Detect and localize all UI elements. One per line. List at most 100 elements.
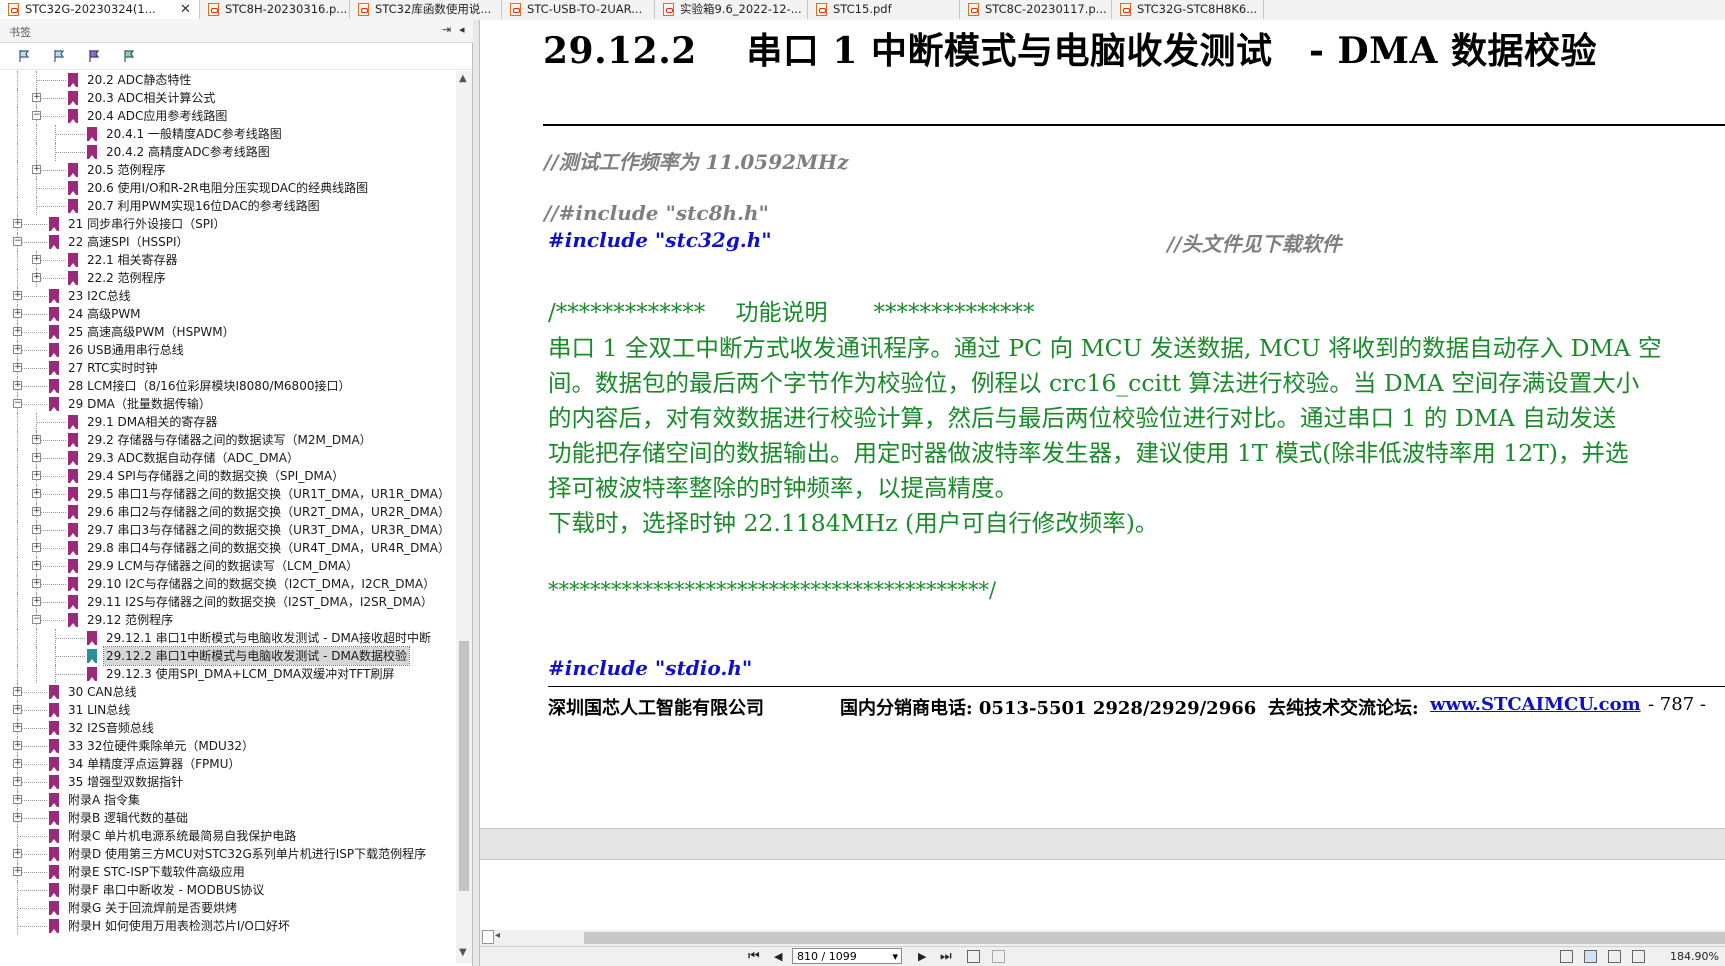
tree-guide (36, 665, 37, 683)
expand-icon[interactable]: + (13, 705, 22, 714)
expand-icon[interactable]: + (13, 687, 22, 696)
bookmark-icon (49, 361, 59, 375)
tree-guide (17, 593, 18, 611)
bookmark-label: 29.7 串口3与存储器之间的数据交换（UR3T_DMA，UR3R_DMA） (87, 523, 450, 537)
bookmark-icon (68, 613, 78, 627)
expand-icon[interactable]: + (13, 741, 22, 750)
expand-icon[interactable]: + (32, 543, 41, 552)
last-page-icon[interactable]: ⏭ (940, 949, 952, 964)
collapse-icon[interactable]: − (32, 111, 41, 120)
expand-icon[interactable]: + (13, 291, 22, 300)
tab-2[interactable]: STC32库函数使用说... (350, 0, 502, 19)
single-page-view-icon[interactable] (1560, 950, 1573, 963)
expand-icon[interactable]: + (13, 795, 22, 804)
find-bookmark-icon[interactable] (122, 48, 136, 62)
expand-icon[interactable]: + (32, 165, 41, 174)
scroll-down-icon[interactable]: ▼ (459, 947, 467, 958)
tab-7[interactable]: STC32G-STC8H8K6... (1112, 0, 1264, 19)
expand-icon[interactable]: + (13, 867, 22, 876)
bookmark-icon (68, 199, 78, 213)
close-tab-icon[interactable]: ✕ (180, 0, 191, 19)
document-hscrollbar[interactable]: ◂ (480, 930, 1725, 946)
tab-5[interactable]: STC15.pdf (808, 0, 960, 19)
bookmark-toolbar (0, 43, 473, 70)
bookmark-label: 20.4.2 高精度ADC参考线路图 (106, 145, 270, 159)
stars-end: ****************************************… (548, 578, 997, 602)
tab-4[interactable]: 实验箱9.6_2022-12-... (655, 0, 808, 19)
page-dropdown-icon[interactable]: ▾ (892, 949, 898, 965)
pin-icon[interactable]: ⇥ (442, 23, 451, 36)
bookmark-scrollbar[interactable]: ▲ ▼ (456, 71, 472, 963)
zoom-level[interactable]: 184.90% (1670, 950, 1719, 963)
continuous-facing-view-icon[interactable] (1632, 950, 1645, 963)
expand-icon[interactable]: + (32, 93, 41, 102)
collapse-icon[interactable]: − (13, 399, 22, 408)
expand-icon[interactable]: + (32, 579, 41, 588)
expand-icon[interactable]: + (32, 453, 41, 462)
expand-icon[interactable]: + (32, 507, 41, 516)
tree-connector (36, 206, 66, 207)
tab-3[interactable]: STC-USB-TO-2UAR... (502, 0, 655, 19)
expand-icon[interactable]: + (13, 219, 22, 228)
expand-icon[interactable]: + (13, 759, 22, 768)
expand-icon[interactable]: + (32, 525, 41, 534)
page-number-input[interactable]: 810 / 1099 ▾ (792, 948, 902, 964)
scroll-up-icon[interactable]: ▲ (459, 73, 467, 84)
expand-icon[interactable]: + (32, 255, 41, 264)
collapse-panel-icon[interactable]: ◂ (459, 23, 465, 36)
expand-icon[interactable]: + (13, 309, 22, 318)
tab-0[interactable]: STC32G-20230324(1... ✕ (0, 0, 200, 19)
panel-splitter[interactable] (473, 20, 480, 966)
bookmark-tree: 20.2 ADC静态特性 +20.3 ADC相关计算公式 − 20.4 ADC应用参考… (0, 71, 456, 963)
facing-view-icon[interactable] (1608, 950, 1621, 963)
expand-icon[interactable]: + (13, 381, 22, 390)
expand-icon[interactable]: + (32, 489, 41, 498)
tree-guide (17, 251, 18, 269)
bookmark-icon (68, 577, 78, 591)
expand-icon[interactable]: + (13, 849, 22, 858)
pdf-file-icon (968, 3, 979, 16)
expand-icon[interactable]: + (13, 327, 22, 336)
document-hscroll-thumb[interactable] (584, 932, 1725, 944)
expand-icon[interactable]: + (32, 561, 41, 570)
expand-icon[interactable]: + (32, 435, 41, 444)
expand-icon[interactable]: + (32, 273, 41, 282)
first-page-icon[interactable]: ⏮ (748, 949, 760, 964)
bookmark-label: 24 高级PWM (68, 307, 141, 321)
bookmark-label: 20.5 范例程序 (87, 163, 166, 177)
expand-icon[interactable]: + (13, 777, 22, 786)
tree-connector (17, 836, 47, 837)
tree-guide (36, 629, 37, 647)
tab-1[interactable]: STC8H-20230316.p... (200, 0, 350, 19)
collapse-bookmark-icon[interactable] (52, 48, 66, 62)
continuous-view-icon[interactable] (1584, 950, 1597, 963)
scroll-left-icon[interactable]: ◂ (495, 930, 500, 941)
footer-link[interactable]: www.STCAIMCU.com (1430, 694, 1641, 715)
bookmark-icon (68, 487, 78, 501)
expand-icon[interactable]: + (13, 363, 22, 372)
add-bookmark-icon[interactable] (87, 48, 101, 62)
bookmark-scroll-thumb[interactable] (459, 641, 469, 891)
expand-icon[interactable]: + (13, 345, 22, 354)
tree-guide (17, 449, 18, 467)
prev-view-icon[interactable] (967, 950, 980, 963)
next-view-icon[interactable] (992, 950, 1005, 963)
expand-icon[interactable]: + (13, 813, 22, 822)
bookmark-label: 29.6 串口2与存储器之间的数据交换（UR2T_DMA，UR2R_DMA） (87, 505, 450, 519)
collapse-icon[interactable]: − (13, 237, 22, 246)
footer-forum: 去纯技术交流论坛: (1268, 698, 1419, 719)
collapse-icon[interactable]: − (32, 615, 41, 624)
tree-guide (17, 521, 18, 539)
tab-6[interactable]: STC8C-20230117.p... (960, 0, 1112, 19)
prev-page-icon[interactable]: ◀ (774, 950, 782, 963)
description-line: 串口 1 全双工中断方式收发通讯程序。通过 PC 向 MCU 发送数据, MCU… (548, 334, 1662, 362)
expand-icon[interactable]: + (32, 597, 41, 606)
expand-bookmark-icon[interactable] (17, 48, 31, 62)
expand-icon[interactable]: + (32, 471, 41, 480)
next-page-icon[interactable]: ▶ (918, 950, 926, 963)
bookmark-label: 29.12.1 串口1中断模式与电脑收发测试 - DMA接收超时中断 (106, 631, 432, 645)
bookmark-icon (87, 631, 97, 645)
tree-guide (17, 89, 18, 107)
expand-icon[interactable]: + (13, 723, 22, 732)
bookmark-label: 附录G 关于回流焊前是否要烘烤 (68, 901, 238, 915)
